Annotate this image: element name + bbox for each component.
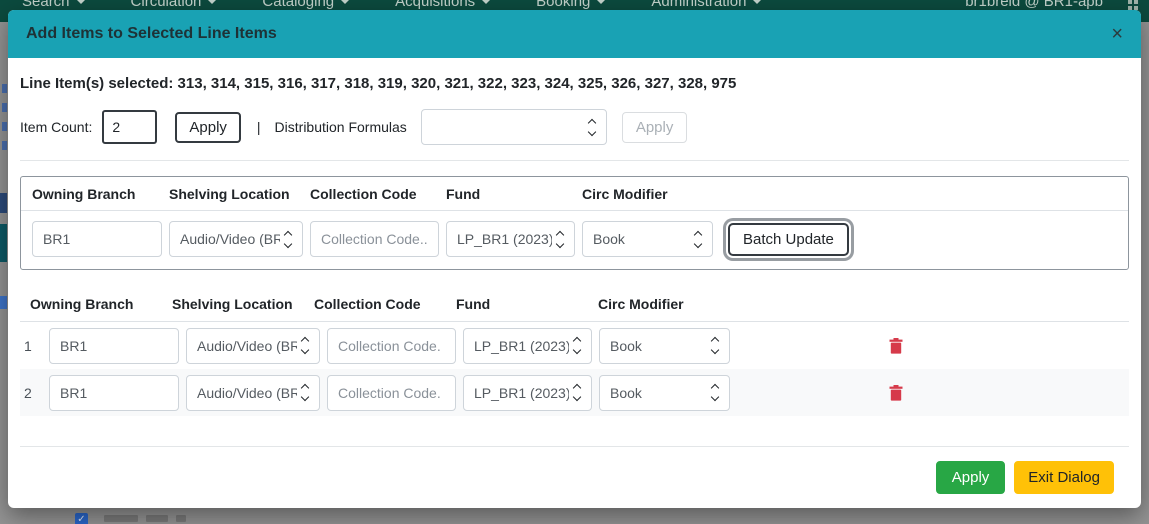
select-spinner-icon (571, 336, 583, 355)
row2-collection-code-input[interactable] (327, 374, 456, 411)
column-fund: Fund (446, 186, 481, 202)
user-workstation-label[interactable]: br1breid @ BR1-apb (965, 0, 1103, 10)
dialog-header: Add Items to Selected Line Items × (8, 10, 1141, 58)
nav-search[interactable]: Search (22, 0, 85, 10)
batch-fields-row: Audio/Video (BR LP_BR1 (2023) (B Book Ba… (21, 211, 1128, 269)
select-spinner-icon (571, 383, 583, 402)
column-collection-code: Collection Code (310, 186, 417, 202)
separator: | (256, 119, 261, 135)
nav-acquisitions[interactable]: Acquisitions (395, 0, 491, 10)
select-spinner-icon (282, 230, 294, 248)
dialog-body: Line Item(s) selected: 313, 314, 315, 31… (8, 58, 1141, 508)
select-spinner-icon (299, 383, 311, 402)
row2-owning-branch-input[interactable] (49, 374, 179, 411)
caret-down-icon (597, 0, 606, 4)
batch-update-section: Owning Branch Shelving Location Collecti… (20, 176, 1129, 270)
dialog-footer: Apply Exit Dialog (20, 446, 1129, 508)
select-spinner-icon (709, 383, 721, 402)
trash-icon (889, 337, 903, 354)
item-count-label: Item Count: (20, 119, 93, 135)
exit-dialog-button[interactable]: Exit Dialog (1014, 461, 1114, 494)
column-shelving-location: Shelving Location (169, 186, 290, 202)
batch-fund-select[interactable]: LP_BR1 (2023) (B (446, 221, 575, 257)
items-header-row: Owning Branch Shelving Location Collecti… (20, 296, 1129, 322)
row2-shelving-location-select[interactable]: Audio/Video (BR (186, 374, 320, 411)
row2-circ-modifier-select[interactable]: Book (599, 374, 730, 411)
row-number: 1 (24, 337, 32, 354)
column-owning-branch: Owning Branch (30, 296, 134, 312)
trash-icon (889, 384, 903, 401)
select-spinner-icon (299, 336, 311, 355)
distribution-formulas-label: Distribution Formulas (274, 119, 407, 135)
caret-down-icon (76, 0, 85, 4)
add-items-dialog: Add Items to Selected Line Items × Line … (8, 10, 1141, 508)
caret-down-icon (753, 0, 762, 4)
batch-update-button[interactable]: Batch Update (728, 222, 849, 256)
selected-line-items-label: Line Item(s) selected: 313, 314, 315, 31… (20, 75, 737, 92)
caret-down-icon (208, 0, 217, 4)
close-icon[interactable]: × (1111, 24, 1123, 44)
column-shelving-location: Shelving Location (172, 296, 293, 312)
item-count-apply-button[interactable]: Apply (175, 111, 241, 143)
row1-circ-modifier-select[interactable]: Book (599, 327, 730, 364)
distribution-formulas-select[interactable] (420, 109, 607, 145)
row2-fund-select[interactable]: LP_BR1 (2023) (B (463, 374, 592, 411)
nav-cataloging[interactable]: Cataloging (262, 0, 350, 10)
nav-circulation[interactable]: Circulation (131, 0, 217, 10)
select-spinner-icon (554, 230, 566, 248)
row1-shelving-location-select[interactable]: Audio/Video (BR (186, 327, 320, 364)
row1-collection-code-input[interactable] (327, 327, 456, 364)
column-owning-branch: Owning Branch (32, 186, 136, 202)
batch-owning-branch-input[interactable] (32, 221, 162, 257)
row-number: 2 (24, 384, 32, 401)
distribution-formulas-apply-button: Apply (621, 111, 688, 143)
column-collection-code: Collection Code (314, 296, 421, 312)
controls-row: Item Count: Apply | Distribution Formula… (20, 109, 1129, 145)
apply-button[interactable]: Apply (935, 461, 1006, 494)
row1-fund-select[interactable]: LP_BR1 (2023) (B (463, 327, 592, 364)
caret-down-icon (482, 0, 491, 4)
item-row-1: 1 Audio/Video (BR LP_BR1 (2023) (B Book (20, 322, 1129, 369)
row2-delete-button[interactable] (889, 384, 903, 401)
caret-down-icon (341, 0, 350, 4)
divider (20, 160, 1129, 161)
select-spinner-icon (709, 336, 721, 355)
row1-owning-branch-input[interactable] (49, 327, 179, 364)
select-spinner-icon (692, 230, 704, 248)
batch-collection-code-input[interactable] (310, 221, 439, 257)
column-fund: Fund (456, 296, 491, 312)
batch-header-row: Owning Branch Shelving Location Collecti… (21, 177, 1128, 211)
batch-shelving-location-select[interactable]: Audio/Video (BR (169, 221, 303, 257)
item-count-input[interactable] (102, 110, 158, 144)
dialog-title: Add Items to Selected Line Items (26, 25, 277, 42)
item-row-2: 2 Audio/Video (BR LP_BR1 (2023) (B Book (20, 369, 1129, 416)
batch-circ-modifier-select[interactable]: Book (582, 221, 713, 257)
nav-booking[interactable]: Booking (536, 0, 606, 10)
column-circ-modifier: Circ Modifier (582, 186, 668, 202)
row1-delete-button[interactable] (889, 337, 903, 354)
column-circ-modifier: Circ Modifier (598, 296, 684, 312)
select-spinner-icon (586, 118, 598, 136)
nav-administration[interactable]: Administration (651, 0, 762, 10)
